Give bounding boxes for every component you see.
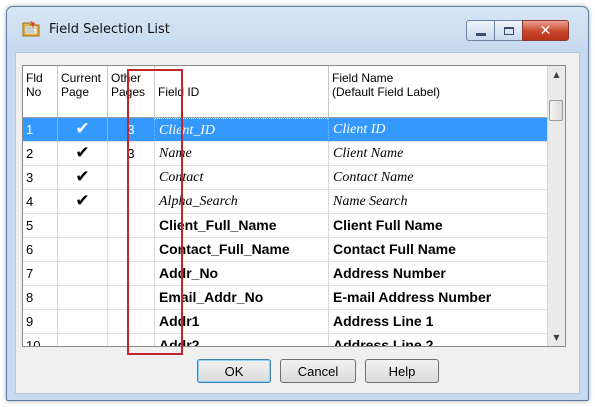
cell-other-pages	[107, 310, 154, 334]
cell-field-id: Client_Full_Name	[154, 214, 328, 238]
table-row[interactable]: 3 ✔ Contact Contact Name	[23, 166, 549, 190]
header-field-id-label: Field ID	[158, 85, 200, 99]
cell-field-name: Client Name	[328, 142, 549, 166]
cell-field-id: Client_ID	[154, 118, 328, 142]
cell-current-page-check-icon: ✔	[57, 190, 107, 214]
header-fld-no[interactable]: Fld No	[23, 66, 57, 117]
maximize-button[interactable]	[494, 20, 523, 41]
header-current-page[interactable]: Current Page	[57, 66, 107, 117]
cell-field-id: Contact	[154, 166, 328, 190]
window-title: Field Selection List	[49, 22, 170, 37]
header-other-pages[interactable]: Other Pages	[107, 66, 154, 117]
cell-fld-no: 4	[26, 194, 34, 209]
field-list-grid[interactable]: Fld No Current Page Other Pages Field ID…	[22, 65, 566, 347]
cell-other-pages	[107, 238, 154, 262]
help-button[interactable]: Help	[365, 359, 439, 383]
cell-fld-no: 3	[26, 170, 34, 185]
close-button[interactable]: ✕	[522, 20, 569, 41]
ok-button[interactable]: OK	[197, 359, 271, 383]
cell-field-id: Addr1	[154, 310, 328, 334]
cell-field-id: Addr2	[154, 334, 328, 346]
header-field-id[interactable]: Field ID	[154, 66, 328, 117]
cell-other-pages	[107, 214, 154, 238]
header-current-line1: Current	[61, 71, 102, 85]
cell-field-name: Contact Full Name	[328, 238, 549, 262]
cell-field-name: Client ID	[328, 118, 549, 142]
table-row[interactable]: 2 ✔ 3 Name Client Name	[23, 142, 549, 166]
table-row[interactable]: 4 ✔ Alpha_Search Name Search	[23, 190, 549, 214]
cell-current-page-check-icon	[57, 214, 107, 238]
cell-current-page-check-icon: ✔	[57, 142, 107, 166]
app-icon	[22, 21, 40, 37]
cell-fld-no: 5	[26, 218, 34, 233]
cell-field-id: Alpha_Search	[154, 190, 328, 214]
cell-current-page-check-icon: ✔	[57, 118, 107, 142]
close-icon: ✕	[539, 22, 552, 39]
header-field-name-line1: Field Name	[332, 71, 394, 85]
cancel-button[interactable]: Cancel	[280, 359, 356, 383]
cell-fld-no: 7	[26, 266, 34, 281]
cell-current-page-check-icon	[57, 262, 107, 286]
minimize-button[interactable]	[466, 20, 495, 41]
header-current-line2: Page	[61, 85, 90, 99]
table-row[interactable]: 5 Client_Full_Name Client Full Name	[23, 214, 549, 238]
scroll-thumb[interactable]	[549, 100, 563, 121]
cell-current-page-check-icon	[57, 238, 107, 262]
grid-rows: 1 ✔ 3 Client_ID Client ID 2 ✔ 3 Name Client Name 3…	[23, 118, 549, 347]
cell-fld-no: 1	[26, 122, 34, 137]
cell-current-page-check-icon	[57, 334, 107, 346]
header-fld-no-line1: Fld	[26, 71, 43, 85]
cell-current-page-check-icon	[57, 286, 107, 310]
cell-other-pages	[107, 262, 154, 286]
table-row[interactable]: 7 Addr_No Address Number	[23, 262, 549, 286]
table-row[interactable]: 1 ✔ 3 Client_ID Client ID	[23, 118, 549, 142]
cell-field-id: Email_Addr_No	[154, 286, 328, 310]
cell-field-name: Address Line 2	[328, 334, 549, 346]
cell-other-pages	[107, 334, 154, 346]
cell-other-pages	[107, 286, 154, 310]
cell-field-id: Addr_No	[154, 262, 328, 286]
vertical-scrollbar[interactable]: ▲ ▼	[547, 66, 565, 346]
cell-field-id: Name	[154, 142, 328, 166]
cell-field-name: Client Full Name	[328, 214, 549, 238]
cell-fld-no: 8	[26, 290, 34, 305]
cell-field-id: Contact_Full_Name	[154, 238, 328, 262]
cell-field-name: Address Number	[328, 262, 549, 286]
header-fld-no-line2: No	[26, 85, 42, 99]
table-row[interactable]: 6 Contact_Full_Name Contact Full Name	[23, 238, 549, 262]
cell-field-name: Contact Name	[328, 166, 549, 190]
cell-field-name: Address Line 1	[328, 310, 549, 334]
cell-fld-no: 2	[26, 146, 34, 161]
dialog-window: Field Selection List ✕ Fld No Current Pa…	[6, 6, 589, 401]
maximize-icon	[503, 26, 514, 35]
grid-header: Fld No Current Page Other Pages Field ID…	[23, 66, 549, 118]
cell-other-pages: 3	[107, 142, 154, 166]
cell-current-page-check-icon: ✔	[57, 166, 107, 190]
cell-other-pages	[107, 190, 154, 214]
cell-fld-no: 9	[26, 314, 34, 329]
table-row[interactable]: 10 Addr2 Address Line 2	[23, 334, 549, 347]
cell-field-name: Name Search	[328, 190, 549, 214]
cell-current-page-check-icon	[57, 310, 107, 334]
table-row[interactable]: 8 Email_Addr_No E-mail Address Number	[23, 286, 549, 310]
cell-fld-no: 6	[26, 242, 34, 257]
table-row[interactable]: 9 Addr1 Address Line 1	[23, 310, 549, 334]
cell-fld-no: 10	[26, 338, 41, 347]
header-other-line1: Other	[111, 71, 142, 85]
header-field-name[interactable]: Field Name (Default Field Label)	[328, 66, 549, 117]
scroll-down-arrow-icon[interactable]: ▼	[548, 329, 565, 346]
header-field-name-line2: (Default Field Label)	[332, 85, 441, 99]
scroll-up-arrow-icon[interactable]: ▲	[548, 66, 565, 83]
cell-other-pages: 3	[107, 118, 154, 142]
cell-other-pages	[107, 166, 154, 190]
minimize-icon	[475, 32, 486, 36]
header-other-line2: Pages	[111, 85, 146, 99]
cell-field-name: E-mail Address Number	[328, 286, 549, 310]
title-bar[interactable]: Field Selection List ✕	[7, 7, 588, 53]
